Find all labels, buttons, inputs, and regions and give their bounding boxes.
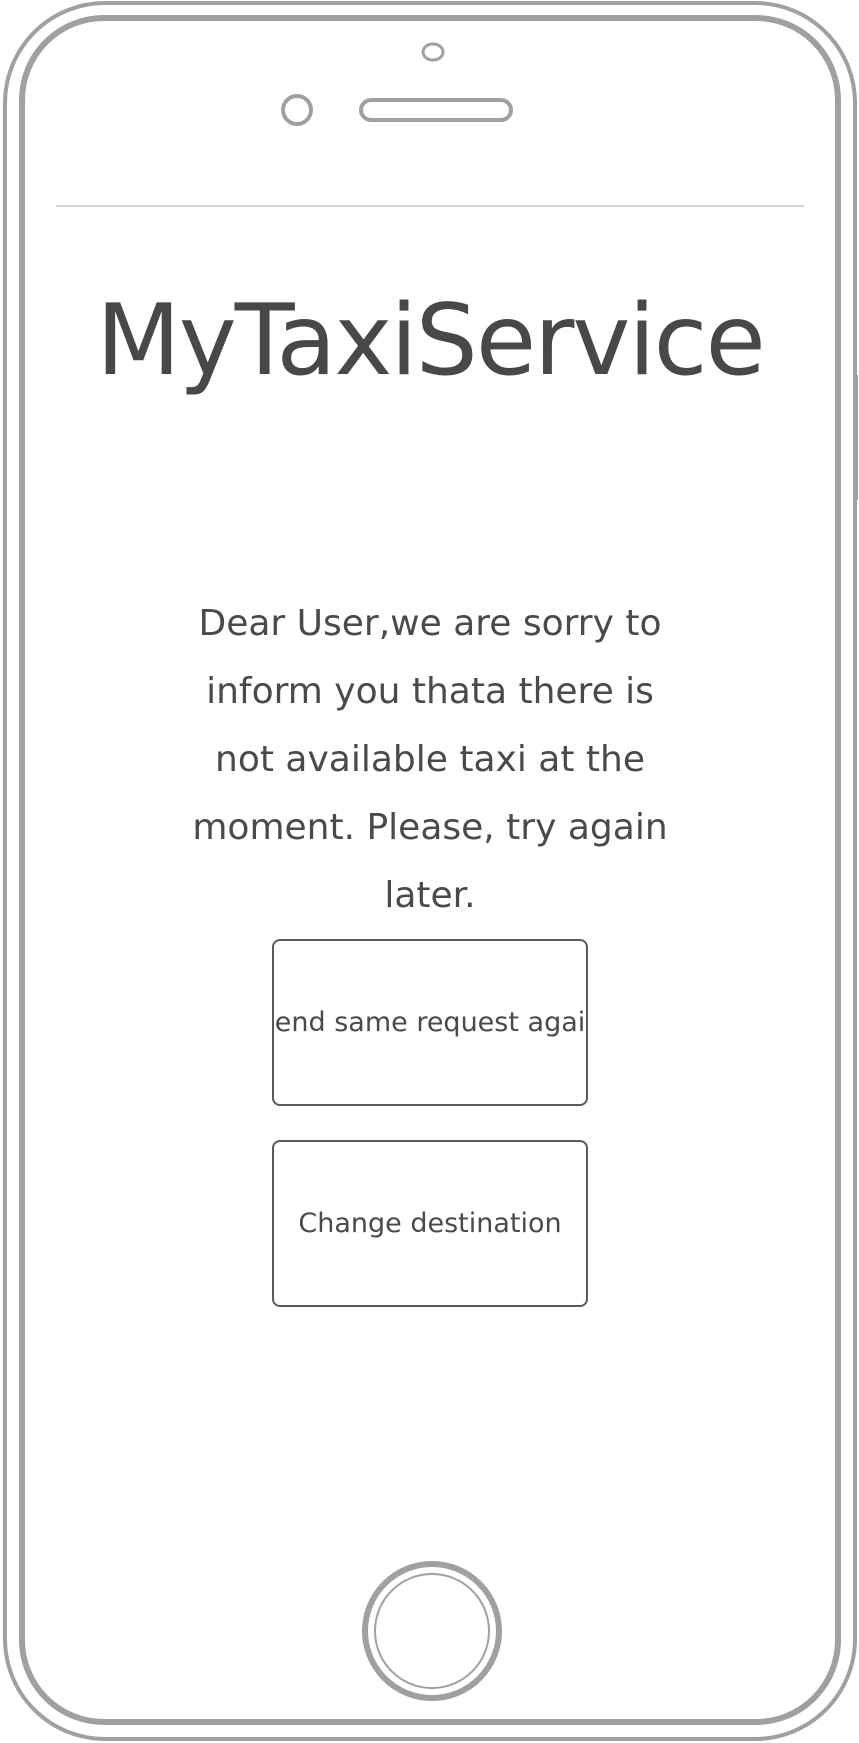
no-taxi-message: Dear User,we are sorry to inform you tha… [192,603,668,916]
home-button-icon[interactable] [359,1558,505,1704]
app-title: MyTaxiService [96,284,766,398]
change-destination-button[interactable]: Change destination [272,1140,588,1307]
send-same-request-button[interactable]: Send same request again [272,939,588,1106]
sensor-icon [281,94,313,126]
speaker-icon [359,98,513,122]
app-screen: MyTaxiService Dear User,we are sorry to … [56,206,804,1536]
front-camera-icon [421,42,445,62]
